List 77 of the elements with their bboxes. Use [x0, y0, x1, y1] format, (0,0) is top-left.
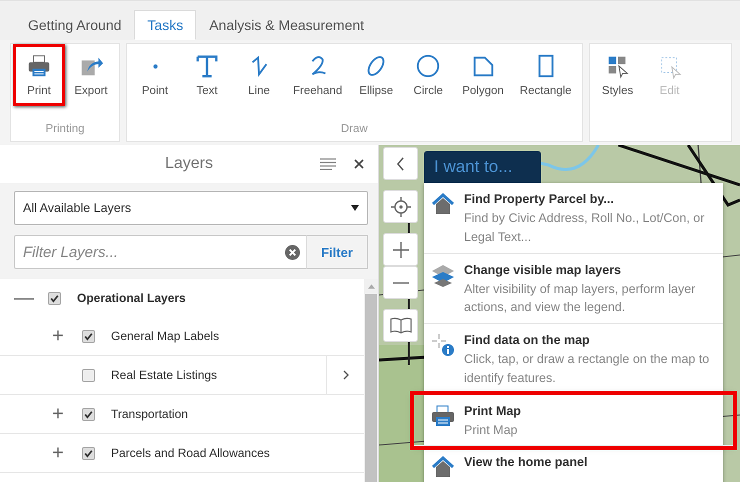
menu-item-title: View the home panel	[464, 455, 588, 470]
menu-item-title: Find Property Parcel by...	[464, 192, 615, 206]
panel-title: Layers	[164, 155, 214, 173]
filter-field[interactable]: Filter Layers...	[14, 235, 306, 269]
chevron-left-icon	[396, 156, 405, 170]
expander-button[interactable]: +	[52, 404, 64, 424]
ribbon-tab[interactable]: Getting Around	[15, 10, 134, 40]
menu-item[interactable]: Print Map Print Map	[414, 394, 733, 446]
scrollbar[interactable]	[364, 279, 378, 482]
text-tool-button[interactable]: Text	[181, 44, 233, 106]
menu-item-title: Change visible map layers	[464, 262, 622, 276]
circle-tool-button[interactable]: Circle	[402, 44, 454, 106]
export-tool-button[interactable]: Export	[65, 44, 117, 106]
clear-icon[interactable]	[285, 244, 300, 260]
point-tool-button[interactable]: Point	[129, 44, 181, 106]
group-label: Draw	[340, 123, 368, 137]
filter-input[interactable]: Filter Layers...	[21, 242, 285, 262]
line-tool-button[interactable]: Line	[233, 44, 285, 106]
minus-icon	[392, 282, 408, 284]
layer-name[interactable]: Operational Layers	[77, 291, 364, 305]
menu-icon[interactable]	[320, 158, 336, 170]
i-want-to-button[interactable]: I want to...	[424, 151, 541, 183]
layer-checkbox[interactable]	[48, 292, 61, 304]
menu-item-description: Alter visibility of map layers, perform layer actions, and view the legend.	[464, 280, 696, 316]
menu-item-description: Find by Civic Address, Roll No., Lot/Con, or Legal Text...	[464, 210, 706, 246]
menu-item-title: Find data on the map	[464, 333, 591, 347]
menu-item-title: Print Map	[464, 404, 521, 418]
layer-checkbox[interactable]	[82, 446, 95, 460]
layer-checkbox[interactable]	[82, 330, 95, 342]
menu-item-description: Print Map	[464, 422, 518, 439]
layer-row[interactable]: Real Estate Listings	[0, 356, 364, 395]
layer-checkbox[interactable]	[82, 368, 95, 382]
layer-name[interactable]: Transportation	[111, 407, 364, 421]
expander-button[interactable]: +	[52, 326, 64, 346]
polygon-tool-button[interactable]: Polygon	[454, 44, 512, 106]
crosshair-icon	[390, 196, 410, 216]
circle-icon	[415, 53, 442, 79]
point-icon	[152, 64, 158, 68]
house-icon	[431, 455, 455, 480]
locate-button[interactable]	[383, 190, 418, 223]
print-tool-button[interactable]: Print	[13, 44, 65, 106]
styles-tool-button[interactable]: Styles	[592, 44, 644, 106]
layer-dropdown[interactable]: All Available Layers	[14, 191, 368, 225]
rectangle-tool-button[interactable]: Rectangle	[512, 44, 580, 106]
ribbon-tab[interactable]: Analysis & Measurement	[196, 10, 378, 40]
expander-button[interactable]: +	[52, 443, 64, 463]
layer-row[interactable]: + Parcels and Road Allowances	[0, 434, 364, 473]
menu-item[interactable]: Find Property Parcel by... Find by Civic Address, Roll No., Lot/Con, or Legal Text...	[424, 183, 723, 254]
book-icon	[390, 317, 412, 334]
layer-name[interactable]: Real Estate Listings	[111, 368, 326, 382]
layer-checkbox[interactable]	[82, 408, 95, 420]
ribbon-tab[interactable]: Tasks	[134, 10, 196, 40]
chevron-right-icon	[340, 370, 350, 380]
menu-item[interactable]: View the home panel	[424, 446, 723, 482]
layers-icon	[431, 262, 455, 286]
zoom-in-button[interactable]	[383, 233, 418, 266]
identify-icon	[431, 333, 455, 357]
close-icon[interactable]	[354, 159, 364, 169]
printer-icon	[431, 404, 455, 428]
caret-down-icon	[351, 205, 359, 211]
menu-item[interactable]: Find data on the map Click, tap, or draw a rectangle on the map to identify features.	[424, 324, 723, 394]
freehand-tool-button[interactable]: Freehand	[285, 44, 350, 106]
house-icon	[431, 192, 455, 216]
layer-name[interactable]: General Map Labels	[111, 329, 364, 343]
layer-row[interactable]: — Operational Layers	[0, 279, 364, 317]
filter-button[interactable]: Filter	[306, 235, 368, 269]
expander-button[interactable]: —	[14, 288, 34, 308]
layer-row[interactable]: + Transportation	[0, 395, 364, 434]
menu-item[interactable]: Change visible map layers Alter visibility of map layers, perform layer actions, and view the legend.	[424, 254, 723, 324]
layer-name[interactable]: Parcels and Road Allowances	[111, 446, 364, 460]
bookmark-button[interactable]	[383, 309, 418, 342]
plus-icon	[392, 242, 408, 258]
group-label: Printing	[46, 123, 84, 137]
ellipse-tool-button[interactable]: Ellipse	[350, 44, 402, 106]
menu-item-description: Click, tap, or draw a rectangle on the map to identify features.	[464, 351, 710, 387]
printer-icon	[26, 53, 52, 79]
text-icon	[194, 53, 220, 79]
